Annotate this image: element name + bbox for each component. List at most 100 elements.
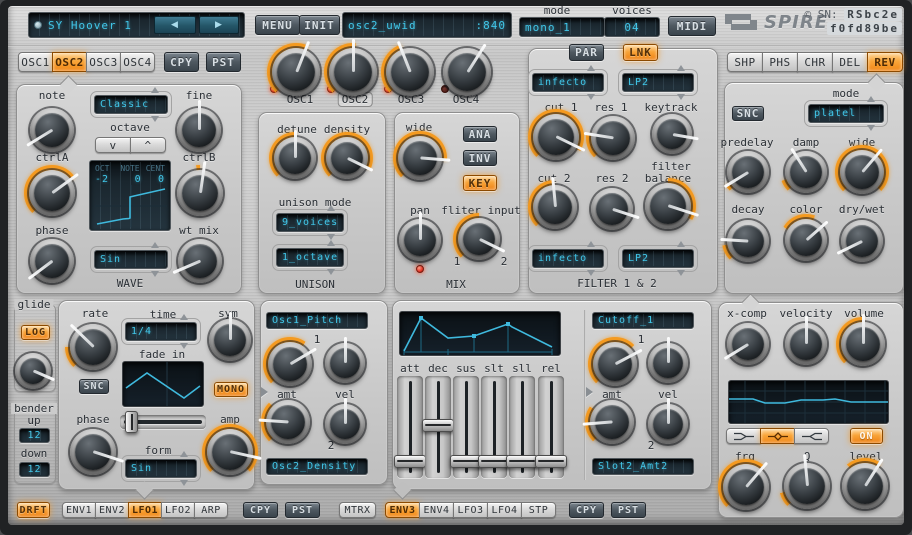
lfo-phase-knob[interactable] — [69, 428, 117, 476]
osc-copy-button[interactable]: CPY — [164, 52, 199, 72]
xcomp-knob[interactable] — [726, 322, 770, 366]
predelay-knob[interactable] — [726, 150, 770, 194]
wave-form-select[interactable]: Sin — [94, 250, 168, 269]
matrix-l-vel1-knob[interactable] — [324, 342, 366, 384]
matrix-l-amt1-knob[interactable] — [267, 341, 313, 387]
glide-knob[interactable] — [14, 352, 52, 390]
slider-handle[interactable] — [394, 455, 426, 468]
cut1-knob[interactable] — [532, 113, 580, 161]
par-button[interactable]: PAR — [569, 44, 604, 61]
mix-wide-knob[interactable] — [397, 135, 443, 181]
spinner-up-icon[interactable] — [180, 451, 188, 457]
drywet-knob[interactable] — [840, 219, 884, 263]
fine-knob[interactable] — [176, 107, 222, 153]
filter2-slope-select[interactable]: LP2 — [622, 249, 694, 268]
spinner-down-icon[interactable] — [677, 270, 685, 276]
octave-up-button[interactable]: ^ — [130, 137, 166, 153]
fx-snc-button[interactable]: SNC — [732, 106, 764, 121]
res2-knob[interactable] — [590, 187, 634, 231]
filter2-type-select[interactable]: infecto — [532, 249, 604, 268]
tab-osc4[interactable]: OSC4 — [120, 52, 155, 72]
volume-knob[interactable] — [840, 321, 886, 367]
keytrack-knob[interactable] — [651, 113, 693, 155]
frq-knob[interactable] — [722, 463, 770, 511]
spinner-down-icon[interactable] — [587, 94, 595, 100]
slider-handle[interactable] — [125, 411, 138, 433]
eq-lowshelf-button[interactable] — [726, 428, 761, 444]
param-display[interactable]: osc2_uwid :840 — [342, 12, 512, 38]
matrix-l-vel2-knob[interactable] — [324, 403, 366, 445]
mod1-paste-button[interactable]: PST — [285, 502, 320, 518]
fadein-slider[interactable] — [120, 415, 206, 429]
slider-handle[interactable] — [535, 455, 567, 468]
drift-button[interactable]: DRFT — [17, 502, 50, 518]
unison-voices-select[interactable]: 9_voices — [276, 213, 344, 232]
spinner-up-icon[interactable] — [151, 87, 159, 93]
spinner-up-icon[interactable] — [677, 65, 685, 71]
tab-lfo2[interactable]: LFO2 — [161, 502, 195, 518]
spinner-down-icon[interactable] — [327, 269, 335, 275]
mod2-copy-button[interactable]: CPY — [569, 502, 604, 518]
slt-slider[interactable] — [481, 376, 507, 478]
tab-phs[interactable]: PHS — [762, 52, 798, 72]
key-button[interactable]: KEY — [463, 175, 497, 191]
lnk-button[interactable]: LNK — [623, 44, 658, 61]
spinner-up-icon[interactable] — [151, 242, 159, 248]
tab-osc3[interactable]: OSC3 — [86, 52, 121, 72]
spinner-down-icon[interactable] — [151, 116, 159, 122]
wave-display[interactable]: OCT NOTE CENT -2 0 0 — [89, 160, 171, 231]
rate-knob[interactable] — [69, 323, 117, 371]
eq-bell-button[interactable] — [760, 428, 795, 444]
velocity-knob[interactable] — [784, 322, 828, 366]
spinner-down-icon[interactable] — [151, 271, 159, 277]
tab-chr[interactable]: CHR — [797, 52, 833, 72]
form-select[interactable]: Sin — [125, 459, 197, 478]
tab-env1[interactable]: ENV1 — [62, 502, 96, 518]
ctrl-b-knob[interactable] — [176, 169, 224, 217]
spinner-up-icon[interactable] — [867, 96, 875, 102]
spinner-up-icon[interactable] — [327, 205, 335, 211]
osc-wave-select[interactable]: Classic — [94, 95, 168, 114]
amp-knob[interactable] — [206, 428, 254, 476]
fx-wide-knob[interactable] — [839, 149, 885, 195]
color-knob[interactable] — [784, 218, 828, 262]
pan-knob[interactable] — [398, 218, 442, 262]
bender-down-value[interactable]: 12 — [19, 462, 50, 477]
decay-knob[interactable] — [726, 219, 770, 263]
midi-button[interactable]: MIDI — [668, 16, 716, 36]
tab-lfo4[interactable]: LFO4 — [487, 502, 522, 518]
time-select[interactable]: 1/4 — [125, 322, 197, 341]
osc4-level-knob[interactable] — [442, 47, 492, 97]
voices-display[interactable]: 04 — [604, 17, 660, 37]
filter1-slope-select[interactable]: LP2 — [622, 73, 694, 92]
level-knob[interactable] — [841, 462, 889, 510]
slider-handle[interactable] — [422, 419, 454, 432]
preset-next-button[interactable]: ▶ — [199, 16, 239, 34]
sus-slider[interactable] — [453, 376, 479, 478]
matrix-r-amt1-knob[interactable] — [592, 341, 638, 387]
filter-input-knob[interactable] — [457, 217, 501, 261]
spinner-down-icon[interactable] — [867, 125, 875, 131]
preset-display[interactable]: SY Hoover 1 ◀ ▶ — [28, 12, 245, 38]
osc2-level-knob[interactable] — [328, 47, 378, 97]
wtmix-knob[interactable] — [177, 238, 223, 284]
matrix-r-amt2-knob[interactable] — [589, 399, 635, 445]
spinner-down-icon[interactable] — [677, 94, 685, 100]
unison-octave-select[interactable]: 1_octave — [276, 248, 344, 267]
rel-slider[interactable] — [538, 376, 564, 478]
spinner-down-icon[interactable] — [587, 270, 595, 276]
spinner-up-icon[interactable] — [327, 240, 335, 246]
spinner-up-icon[interactable] — [587, 241, 595, 247]
osc3-level-knob[interactable] — [385, 47, 435, 97]
octave-down-button[interactable]: v — [95, 137, 131, 153]
matrix-l-amt2-knob[interactable] — [265, 399, 311, 445]
log-button[interactable]: LOG — [21, 325, 50, 340]
tab-osc1[interactable]: OSC1 — [18, 52, 53, 72]
tab-lfo1[interactable]: LFO1 — [128, 502, 162, 518]
att-slider[interactable] — [397, 376, 423, 478]
tab-del[interactable]: DEL — [832, 52, 868, 72]
tab-env4[interactable]: ENV4 — [419, 502, 454, 518]
dec-slider[interactable] — [425, 376, 451, 478]
ctrl-a-knob[interactable] — [28, 169, 76, 217]
q-knob[interactable] — [783, 462, 831, 510]
